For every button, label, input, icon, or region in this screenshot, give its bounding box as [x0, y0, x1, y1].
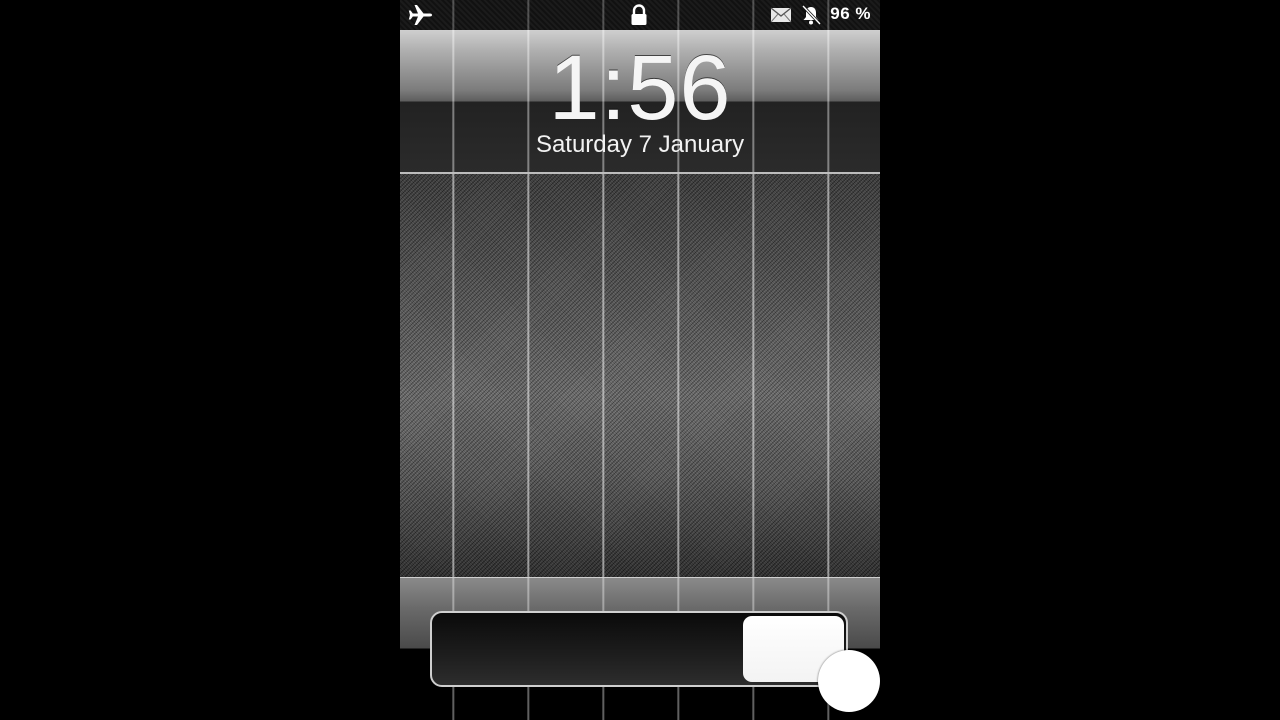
phone-screen: 96 % 1:56 Saturday 7 January — [400, 0, 880, 720]
airplane-icon — [408, 3, 434, 32]
slide-to-unlock-track[interactable] — [430, 611, 848, 687]
battery-percentage: 96 % — [830, 4, 871, 23]
wallpaper — [400, 174, 880, 577]
bell-muted-icon — [800, 4, 822, 31]
clock-panel: 1:56 Saturday 7 January — [400, 30, 880, 174]
clock-time: 1:56 — [548, 37, 732, 139]
status-bar: 96 % — [400, 0, 880, 30]
clock-date: Saturday 7 January — [535, 131, 745, 158]
touch-indicator — [818, 650, 880, 712]
lock-icon — [630, 4, 648, 31]
mail-icon — [770, 7, 792, 28]
unlock-panel — [400, 577, 880, 720]
